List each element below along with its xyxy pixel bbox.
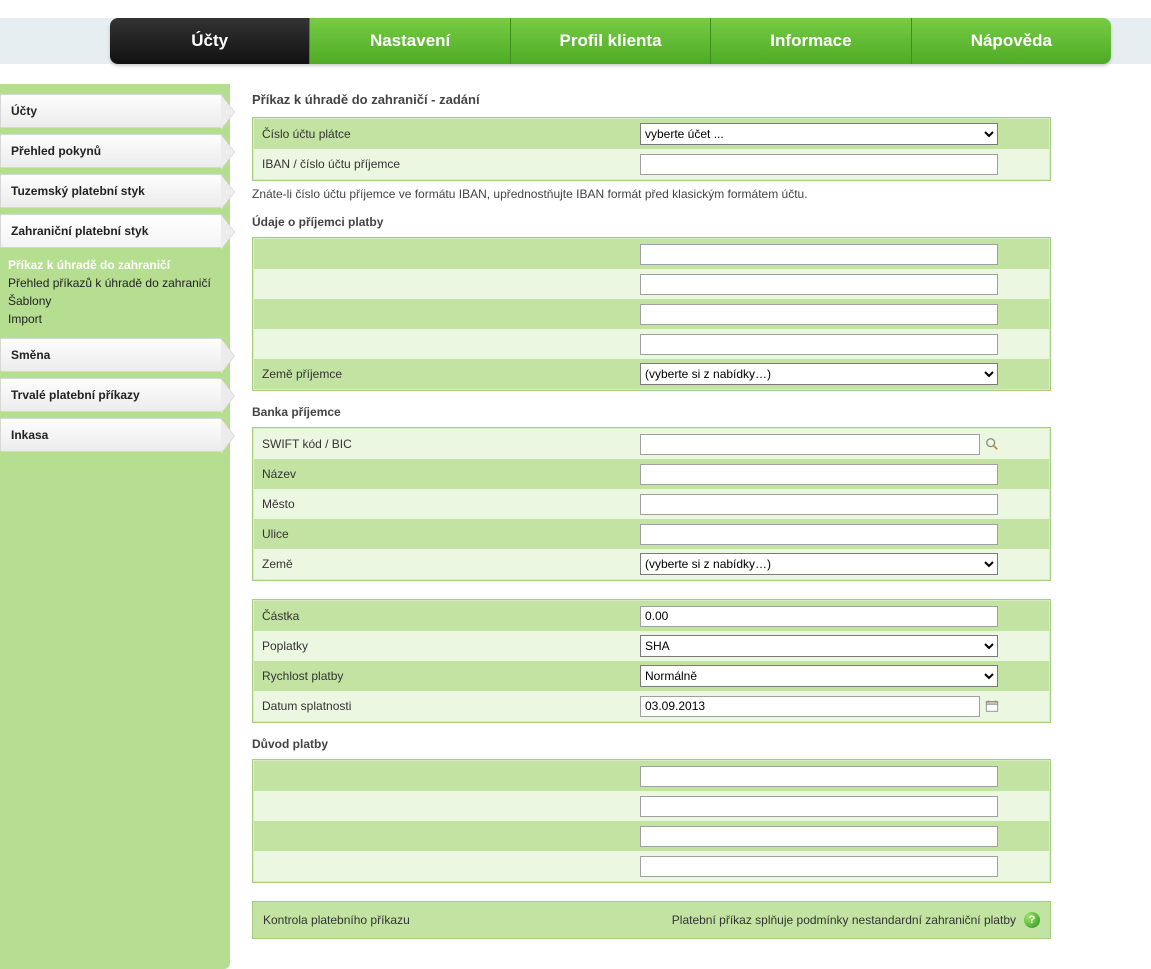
- recipient-section: Země příjemce (vyberte si z nabídky…): [252, 237, 1051, 391]
- sidebar-sub-foreign-order[interactable]: Příkaz k úhradě do zahraničí: [8, 256, 216, 274]
- sidebar: Účty Přehled pokynů Tuzemský platební st…: [0, 84, 230, 969]
- page-title: Příkaz k úhradě do zahraničí - zadání: [252, 84, 1051, 117]
- recipient-line4-input[interactable]: [640, 334, 998, 355]
- bank-country-select[interactable]: (vyberte si z nabídky…): [640, 553, 998, 575]
- recipient-section-title: Údaje o příjemci platby: [252, 201, 1051, 237]
- bank-city-input[interactable]: [640, 494, 998, 515]
- speed-select[interactable]: Normálně: [640, 665, 998, 687]
- reason-line4-label: [254, 860, 640, 872]
- recipient-line3-input[interactable]: [640, 304, 998, 325]
- order-check-label: Kontrola platebního příkazu: [263, 913, 639, 927]
- sidebar-subgroup-foreign: Příkaz k úhradě do zahraničí Přehled pří…: [0, 254, 222, 338]
- amount-input[interactable]: [640, 606, 998, 627]
- calendar-icon[interactable]: [984, 698, 1000, 714]
- reason-line1-input[interactable]: [640, 766, 998, 787]
- speed-label: Rychlost platby: [254, 663, 640, 689]
- payer-account-label: Číslo účtu plátce: [254, 121, 640, 147]
- recipient-country-select[interactable]: (vyberte si z nabídky…): [640, 363, 998, 385]
- recipient-line2-input[interactable]: [640, 274, 998, 295]
- nav-client-profile[interactable]: Profil klienta: [511, 18, 711, 64]
- bank-name-label: Název: [254, 461, 640, 487]
- bank-street-label: Ulice: [254, 521, 640, 547]
- amount-label: Částka: [254, 603, 640, 629]
- recipient-line4-label: [254, 338, 640, 350]
- reason-line1-label: [254, 770, 640, 782]
- nav-settings[interactable]: Nastavení: [310, 18, 510, 64]
- iban-label: IBAN / číslo účtu příjemce: [254, 151, 640, 177]
- sidebar-sub-templates[interactable]: Šablony: [8, 292, 216, 310]
- due-date-input[interactable]: [640, 696, 980, 717]
- nav-information[interactable]: Informace: [711, 18, 911, 64]
- reason-line4-input[interactable]: [640, 856, 998, 877]
- reason-line3-label: [254, 830, 640, 842]
- recipient-line1-label: [254, 248, 640, 260]
- sidebar-item-standing-orders[interactable]: Trvalé platební příkazy: [0, 378, 222, 412]
- swift-label: SWIFT kód / BIC: [254, 431, 640, 457]
- recipient-country-label: Země příjemce: [254, 361, 640, 387]
- sidebar-sub-import[interactable]: Import: [8, 310, 216, 328]
- recipient-line1-input[interactable]: [640, 244, 998, 265]
- nav-help[interactable]: Nápověda: [912, 18, 1111, 64]
- order-check-row: Kontrola platebního příkazu Platební pří…: [252, 901, 1051, 939]
- recipient-line2-label: [254, 278, 640, 290]
- reason-line2-input[interactable]: [640, 796, 998, 817]
- sidebar-item-foreign-payments[interactable]: Zahraniční platební styk: [0, 214, 222, 248]
- sidebar-item-accounts[interactable]: Účty: [0, 94, 222, 128]
- fees-select[interactable]: SHA: [640, 635, 998, 657]
- reason-section-title: Důvod platby: [252, 723, 1051, 759]
- swift-input[interactable]: [640, 434, 980, 455]
- payment-section: Částka Poplatky SHA Rychlost platby: [252, 599, 1051, 723]
- reason-line3-input[interactable]: [640, 826, 998, 847]
- sidebar-sub-foreign-overview[interactable]: Přehled příkazů k úhradě do zahraničí: [8, 274, 216, 292]
- bank-city-label: Město: [254, 491, 640, 517]
- top-nav: Účty Nastavení Profil klienta Informace …: [110, 18, 1111, 64]
- sidebar-item-exchange[interactable]: Směna: [0, 338, 222, 372]
- bank-name-input[interactable]: [640, 464, 998, 485]
- reason-line2-label: [254, 800, 640, 812]
- account-section: Číslo účtu plátce vyberte účet ... IBAN …: [252, 117, 1051, 181]
- reason-section: [252, 759, 1051, 883]
- recipient-line3-label: [254, 308, 640, 320]
- nav-accounts[interactable]: Účty: [110, 18, 310, 64]
- bank-section-title: Banka příjemce: [252, 391, 1051, 427]
- sidebar-item-domestic-payments[interactable]: Tuzemský platební styk: [0, 174, 222, 208]
- bank-street-input[interactable]: [640, 524, 998, 545]
- bank-country-label: Země: [254, 551, 640, 577]
- due-date-label: Datum splatnosti: [254, 693, 640, 719]
- iban-hint: Znáte-li číslo účtu příjemce ve formátu …: [252, 181, 1051, 201]
- order-check-message: Platební příkaz splňuje podmínky nestand…: [639, 913, 1024, 927]
- sidebar-item-orders-overview[interactable]: Přehled pokynů: [0, 134, 222, 168]
- search-icon[interactable]: [984, 436, 1000, 452]
- payer-account-select[interactable]: vyberte účet ...: [640, 123, 998, 145]
- iban-input[interactable]: [640, 154, 998, 175]
- help-icon[interactable]: ?: [1024, 912, 1040, 928]
- sidebar-item-direct-debits[interactable]: Inkasa: [0, 418, 222, 452]
- fees-label: Poplatky: [254, 633, 640, 659]
- bank-section: SWIFT kód / BIC Název M: [252, 427, 1051, 581]
